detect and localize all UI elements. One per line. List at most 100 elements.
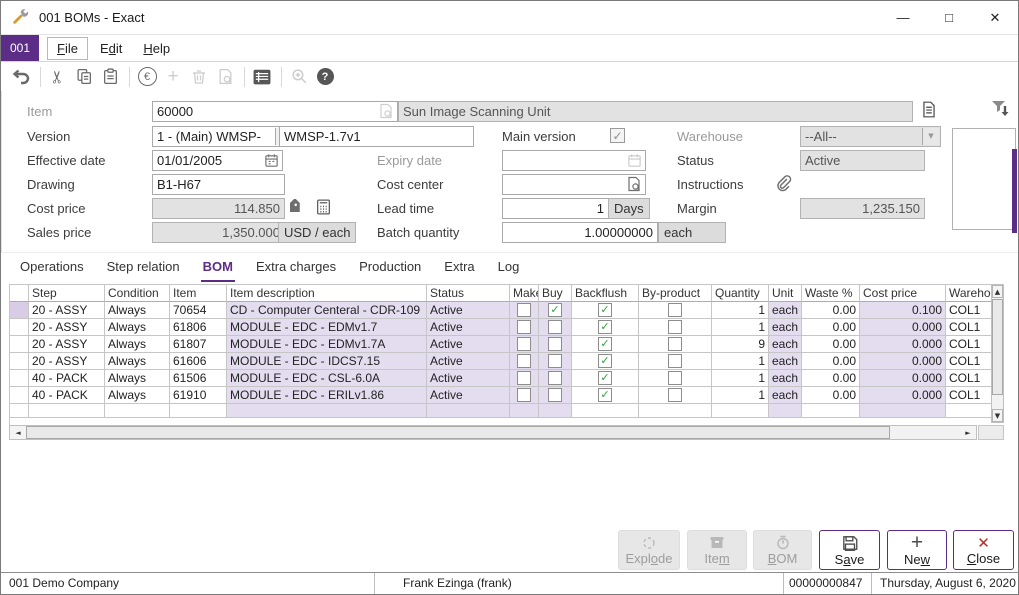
paste-icon[interactable] xyxy=(98,65,122,89)
cell-step[interactable]: 20 - ASSY xyxy=(29,336,105,353)
cell-quantity[interactable]: 9 xyxy=(712,336,769,353)
cell-by_product[interactable] xyxy=(639,302,712,319)
scroll-up-icon[interactable]: ▲ xyxy=(992,285,1003,298)
vertical-scroll-thumb[interactable] xyxy=(992,299,1003,395)
batch-quantity-field[interactable]: 1.00000000 xyxy=(502,222,658,243)
cell-item[interactable]: 61506 xyxy=(170,370,227,387)
close-window-button[interactable]: ✕ xyxy=(972,1,1018,34)
grid-horizontal-scrollbar[interactable]: ◄ ► xyxy=(9,425,977,440)
copy-icon[interactable] xyxy=(72,65,96,89)
scroll-down-icon[interactable]: ▼ xyxy=(992,409,1003,422)
tab-step-relation[interactable]: Step relation xyxy=(105,254,182,282)
cell-waste[interactable]: 0.00 xyxy=(802,387,860,404)
save-button[interactable]: Save xyxy=(819,530,880,570)
row-selector[interactable] xyxy=(10,319,29,336)
by_product-checkbox[interactable] xyxy=(668,388,682,402)
cell-backflush[interactable]: ✓ xyxy=(572,302,639,319)
column-header-step[interactable]: Step xyxy=(29,285,105,302)
row-selector[interactable] xyxy=(10,370,29,387)
paperclip-icon[interactable] xyxy=(774,174,792,192)
calculator-icon[interactable] xyxy=(315,198,332,216)
search-icon[interactable] xyxy=(626,176,642,192)
effective-date-field[interactable]: 01/01/2005 xyxy=(152,150,283,171)
column-header-by_product[interactable]: By-product xyxy=(639,285,712,302)
grid-vertical-scrollbar[interactable]: ▲ ▼ xyxy=(991,284,1004,423)
item-browse-icon[interactable] xyxy=(378,103,394,119)
cell-by_product[interactable] xyxy=(639,336,712,353)
backflush-checkbox[interactable]: ✓ xyxy=(598,388,612,402)
cell-item[interactable]: 61806 xyxy=(170,319,227,336)
backflush-checkbox[interactable]: ✓ xyxy=(598,371,612,385)
cell-step[interactable]: 40 - PACK xyxy=(29,370,105,387)
cell-condition[interactable]: Always xyxy=(105,336,170,353)
cell-make[interactable] xyxy=(510,319,539,336)
menu-edit[interactable]: Edit xyxy=(91,38,131,59)
row-selector[interactable] xyxy=(10,302,29,319)
minimize-button[interactable]: — xyxy=(880,1,926,34)
close-button[interactable]: ✕Close xyxy=(953,530,1014,570)
document-icon[interactable] xyxy=(920,100,938,119)
cell-waste[interactable]: 0.00 xyxy=(802,319,860,336)
tab-operations[interactable]: Operations xyxy=(18,254,86,282)
cell-condition[interactable]: Always xyxy=(105,387,170,404)
right-edge-scroll-thumb[interactable] xyxy=(1012,149,1017,233)
cell-waste[interactable]: 0.00 xyxy=(802,370,860,387)
row-selector[interactable] xyxy=(10,387,29,404)
cost-center-field[interactable] xyxy=(502,174,646,195)
cell-step[interactable]: 20 - ASSY▼ xyxy=(29,302,105,319)
column-header-description[interactable]: Item description xyxy=(227,285,427,302)
column-header-warehouse[interactable]: Warehouse xyxy=(946,285,992,302)
column-header-quantity[interactable]: Quantity xyxy=(712,285,769,302)
menu-file[interactable]: File xyxy=(47,37,88,60)
cell-waste[interactable]: 0.00 xyxy=(802,302,860,319)
item-code-field[interactable]: 60000 xyxy=(152,101,398,122)
maximize-button[interactable]: □ xyxy=(926,1,972,34)
filter-icon[interactable] xyxy=(990,99,1010,118)
backflush-checkbox[interactable]: ✓ xyxy=(598,354,612,368)
cell-backflush[interactable]: ✓ xyxy=(572,336,639,353)
cell-condition[interactable]: Always xyxy=(105,319,170,336)
help-icon[interactable]: ? xyxy=(313,65,337,89)
drawing-field[interactable]: B1-H67 xyxy=(152,174,285,195)
row-selector[interactable] xyxy=(10,336,29,353)
cell-by_product[interactable] xyxy=(639,319,712,336)
cell-condition[interactable]: Always xyxy=(105,353,170,370)
column-header-unit[interactable]: Unit xyxy=(769,285,802,302)
backflush-checkbox[interactable]: ✓ xyxy=(598,320,612,334)
cell-quantity[interactable]: 1 xyxy=(712,319,769,336)
list-icon[interactable] xyxy=(250,65,274,89)
cell-by_product[interactable] xyxy=(639,370,712,387)
cell-buy[interactable]: ✓ xyxy=(539,302,572,319)
cell-backflush[interactable]: ✓ xyxy=(572,370,639,387)
column-header-backflush[interactable]: Backflush xyxy=(572,285,639,302)
tab-bom[interactable]: BOM xyxy=(201,254,235,282)
expiry-date-field[interactable] xyxy=(502,150,646,171)
cell-item[interactable]: 61807 xyxy=(170,336,227,353)
cell-backflush[interactable]: ✓ xyxy=(572,387,639,404)
cell-quantity[interactable]: 1 xyxy=(712,353,769,370)
cell-backflush[interactable]: ✓ xyxy=(572,319,639,336)
cell-warehouse[interactable]: COL1 xyxy=(946,353,992,370)
row-selector[interactable] xyxy=(10,353,29,370)
backflush-checkbox[interactable]: ✓ xyxy=(598,337,612,351)
cell-backflush[interactable]: ✓ xyxy=(572,353,639,370)
cell-buy[interactable] xyxy=(539,336,572,353)
tab-extra-charges[interactable]: Extra charges xyxy=(254,254,338,282)
menu-help[interactable]: Help xyxy=(134,38,179,59)
calendar-icon[interactable] xyxy=(264,153,279,168)
version-dropdown[interactable]: 1 - (Main) WMSP- ▼ xyxy=(152,126,294,147)
warehouse-dropdown-arrow[interactable]: ▼ xyxy=(922,128,939,145)
cell-condition[interactable]: Always xyxy=(105,302,170,319)
cell-make[interactable] xyxy=(510,336,539,353)
new-button[interactable]: +New xyxy=(887,530,947,570)
scroll-right-icon[interactable]: ► xyxy=(960,426,976,439)
version-name-field[interactable]: WMSP-1.7v1 xyxy=(279,126,474,147)
cell-warehouse[interactable]: COL1 xyxy=(946,302,992,319)
column-header-status[interactable]: Status xyxy=(427,285,510,302)
euro-icon[interactable]: € xyxy=(135,65,159,89)
cell-buy[interactable] xyxy=(539,387,572,404)
undo-icon[interactable] xyxy=(9,65,33,89)
cell-quantity[interactable]: 1 xyxy=(712,302,769,319)
main-version-checkbox[interactable]: ✓ xyxy=(610,128,625,143)
by_product-checkbox[interactable] xyxy=(668,354,682,368)
